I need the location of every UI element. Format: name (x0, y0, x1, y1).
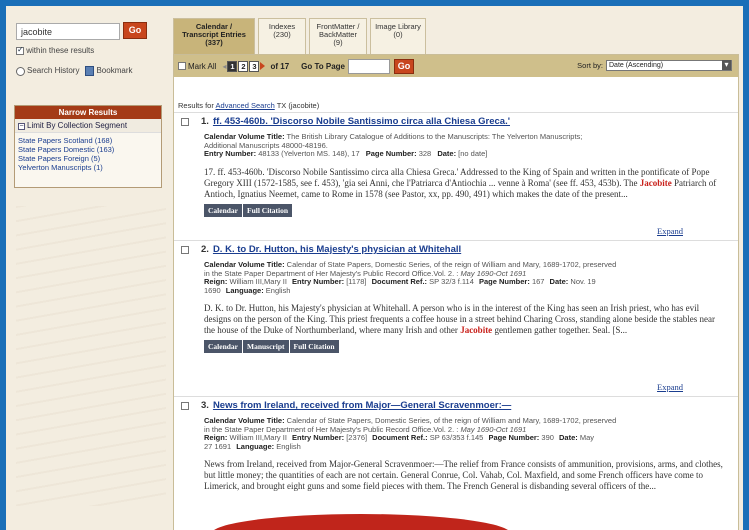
full-citation-button[interactable]: Full Citation (289, 340, 339, 353)
result-entry: 3. News from Ireland, received from Majo… (174, 396, 738, 530)
mark-all-label: Mark All (188, 61, 217, 71)
expand-link[interactable]: Expand (657, 382, 683, 392)
search-highlight: Jacobite (460, 325, 493, 335)
collapse-icon[interactable]: − (18, 123, 25, 130)
entry-meta: Calendar Volume Title: Calendar of State… (204, 260, 617, 295)
tab-calendar-transcript[interactable]: Calendar / Transcript Entries (337) (173, 18, 255, 54)
entry-number: 3. (201, 400, 209, 411)
entry-snippet: News from Ireland, received from Major-G… (204, 459, 723, 491)
entry-title-link[interactable]: D. K. to Dr. Hutton, his Majesty's physi… (213, 244, 461, 255)
collection-list: State Papers Scotland (168) State Papers… (15, 133, 161, 172)
bookmark-icon (85, 66, 95, 76)
expand-link[interactable]: Expand (657, 226, 683, 236)
calendar-button[interactable]: Calendar (204, 203, 242, 217)
advanced-search-link[interactable]: Advanced Search (216, 101, 275, 110)
full-citation-button[interactable]: Full Citation (243, 203, 293, 217)
entry-checkbox[interactable] (181, 245, 189, 254)
sort-control: Sort by: Date (Ascending) (577, 60, 732, 71)
search-tools: Search History Bookmark (16, 66, 132, 76)
narrow-results-panel: Narrow Results − Limit By Collection Segm… (14, 105, 162, 188)
search-go-button[interactable]: Go (123, 22, 147, 39)
page-button-3[interactable]: 3 (249, 60, 260, 72)
entry-number: 2. (201, 244, 209, 255)
entry-title-link[interactable]: News from Ireland, received from Major—G… (213, 400, 511, 411)
page-button-1[interactable]: 1 (227, 60, 238, 72)
search-input[interactable]: jacobite (16, 23, 120, 40)
entry-title-link[interactable]: ff. 453-460b. 'Discorso Nobile Santissim… (213, 116, 510, 127)
result-entry: 1. ff. 453-460b. 'Discorso Nobile Santis… (174, 112, 738, 240)
sort-by-label: Sort by: (577, 61, 603, 70)
collection-item[interactable]: State Papers Scotland (168) (15, 136, 161, 145)
tab-image-library[interactable]: Image Library (0) (370, 18, 426, 54)
clock-icon (16, 66, 25, 76)
entry-number: 1. (201, 116, 209, 127)
results-panel: Mark All ◂ 1 2 3 of 17 Go To Page Go Sor… (173, 54, 739, 530)
result-tabs: Calendar / Transcript Entries (337) Inde… (173, 18, 429, 54)
manuscript-button[interactable]: Manuscript (243, 340, 289, 353)
page-background: jacobite Go within these results Search … (6, 6, 743, 530)
go-to-page-label: Go To Page (301, 61, 345, 71)
limit-by-collection-toggle[interactable]: − Limit By Collection Segment (15, 119, 161, 133)
prev-page-icon[interactable]: ◂ (222, 62, 226, 71)
next-page-icon[interactable] (260, 62, 266, 70)
entry-meta: Calendar Volume Title: Calendar of State… (204, 416, 617, 451)
results-for-line: Results for Advanced Search TX (jacobite… (178, 101, 320, 110)
go-to-page-button[interactable]: Go (394, 58, 414, 74)
entry-checkbox[interactable] (181, 117, 189, 126)
search-history-link[interactable]: Search History (16, 66, 79, 76)
page-total: of 17 (270, 61, 290, 71)
entry-meta: Calendar Volume Title: The British Libra… (204, 132, 583, 158)
sort-select[interactable]: Date (Ascending) (606, 60, 732, 71)
narrow-results-title: Narrow Results (15, 106, 161, 119)
bookmark-link[interactable]: Bookmark (85, 66, 132, 76)
tab-indexes[interactable]: Indexes (230) (258, 18, 306, 54)
within-results-label: within these results (26, 46, 95, 55)
collection-item[interactable]: Yelverton Manuscripts (1) (15, 163, 161, 172)
within-results-option[interactable]: within these results (16, 45, 95, 55)
within-results-checkbox[interactable] (16, 45, 24, 55)
entry-header: 1. ff. 453-460b. 'Discorso Nobile Santis… (179, 116, 733, 127)
mark-all-checkbox[interactable] (178, 62, 186, 70)
entry-snippet: D. K. to Dr. Hutton, his Majesty's physi… (204, 303, 716, 335)
entry-header: 2. D. K. to Dr. Hutton, his Majesty's ph… (179, 244, 733, 255)
result-entry: 2. D. K. to Dr. Hutton, his Majesty's ph… (174, 240, 738, 396)
entry-actions: Calendar Manuscript Full Citation (179, 340, 733, 353)
collection-item[interactable]: State Papers Foreign (5) (15, 154, 161, 163)
search-highlight: Jacobite (639, 177, 672, 188)
go-to-page-input[interactable] (348, 58, 390, 74)
results-toolbar: Mark All ◂ 1 2 3 of 17 Go To Page Go Sor… (174, 55, 738, 77)
tab-frontmatter-backmatter[interactable]: FrontMatter / BackMatter (9) (309, 18, 367, 54)
entry-header: 3. News from Ireland, received from Majo… (179, 400, 733, 411)
entry-snippet: 17. ff. 453-460b. 'Discorso Nobile Santi… (204, 166, 717, 199)
page-button-2[interactable]: 2 (238, 60, 249, 72)
collection-item[interactable]: State Papers Domestic (163) (15, 145, 161, 154)
entry-actions: Calendar Full Citation (179, 203, 733, 217)
calendar-button[interactable]: Calendar (204, 340, 242, 353)
entry-checkbox[interactable] (181, 401, 189, 410)
